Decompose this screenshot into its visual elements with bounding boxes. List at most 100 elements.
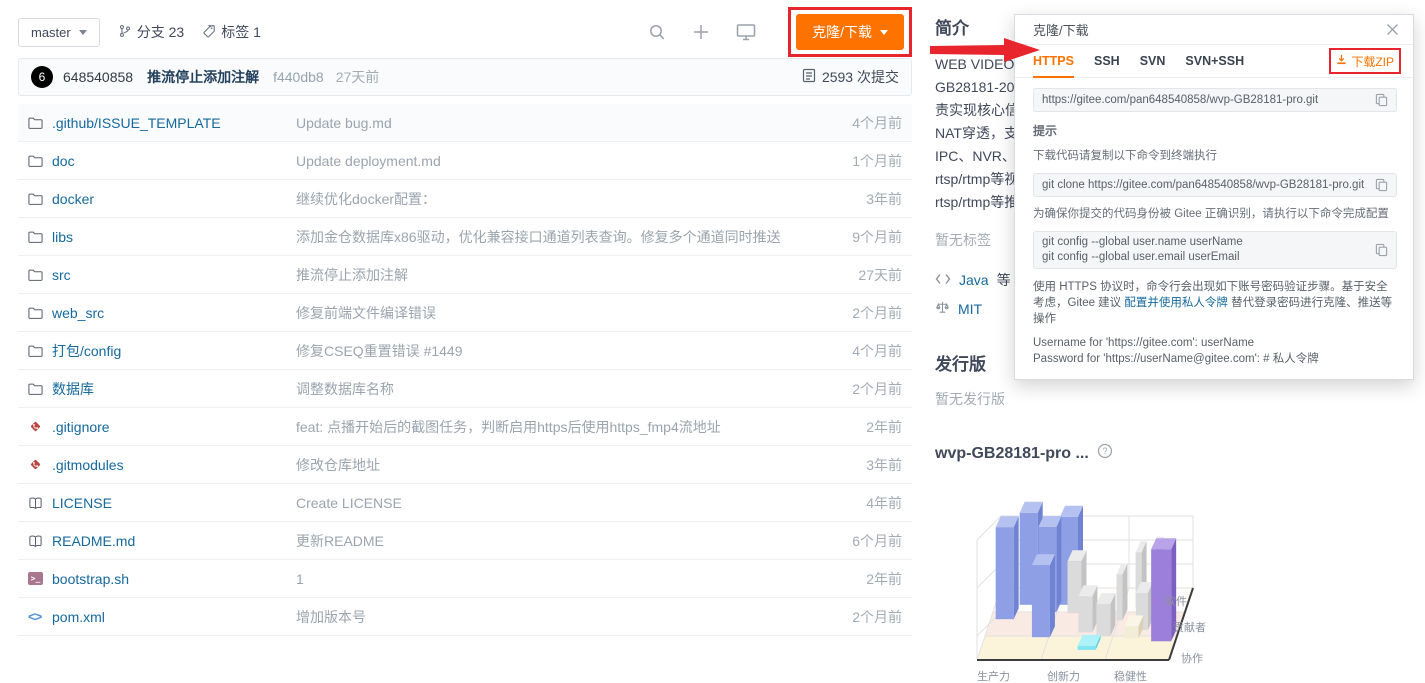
file-commit-message-link[interactable]: Create LICENSE	[296, 495, 810, 511]
file-commit-message-link[interactable]: feat: 点播开始后的截图任务，判断启用https后使用https_fmp4流…	[296, 417, 810, 437]
file-commit-time: 3年前	[810, 455, 902, 475]
copy-icon[interactable]	[1375, 178, 1388, 192]
table-row: README.md 更新README 6个月前	[18, 522, 912, 560]
avatar: 6	[31, 66, 53, 88]
git-icon	[28, 457, 52, 472]
monitor-icon[interactable]	[736, 23, 756, 41]
commits-count-link[interactable]: 2593 次提交	[802, 67, 899, 87]
language-link[interactable]: Java	[959, 272, 989, 288]
file-commit-message-link[interactable]: Update bug.md	[296, 115, 810, 131]
file-name-link[interactable]: doc	[52, 153, 296, 169]
file-commit-message-link[interactable]: 修改仓库地址	[296, 455, 810, 475]
close-icon[interactable]	[1386, 23, 1399, 36]
repo-url-field[interactable]: https://gitee.com/pan648540858/wvp-GB281…	[1033, 88, 1397, 112]
chevron-down-icon	[880, 30, 888, 35]
credential-example: Username for 'https://gitee.com': userNa…	[1033, 335, 1395, 367]
file-commit-message-link[interactable]: 1	[296, 571, 810, 587]
file-commit-message-link[interactable]: 推流停止添加注解	[296, 265, 810, 285]
file-name-link[interactable]: .gitmodules	[52, 457, 296, 473]
download-icon[interactable]	[1336, 52, 1347, 70]
clone-instruction: 下载代码请复制以下命令到终端执行	[1033, 147, 1395, 163]
file-name-link[interactable]: 数据库	[52, 379, 296, 399]
file-commit-message-link[interactable]: 继续优化docker配置：	[296, 189, 810, 209]
file-commit-message-link[interactable]: 修复前端文件编译错误	[296, 303, 810, 323]
file-name-link[interactable]: web_src	[52, 305, 296, 321]
file-commit-time: 27天前	[810, 265, 902, 285]
branches-link[interactable]: 分支 23	[118, 22, 184, 42]
tab-svn[interactable]: SVN	[1140, 45, 1166, 78]
svg-text:贡献者: 贡献者	[1173, 620, 1206, 634]
protocol-tabs: HTTPS SSH SVN SVN+SSH 下载ZIP	[1015, 45, 1413, 78]
file-commit-time: 2个月前	[810, 303, 902, 323]
file-name-link[interactable]: pom.xml	[52, 609, 296, 625]
file-commit-message-link[interactable]: 调整数据库名称	[296, 379, 810, 399]
folder-icon	[28, 344, 52, 358]
clone-download-button[interactable]: 克隆/下载	[796, 14, 904, 50]
file-name-link[interactable]: .gitignore	[52, 419, 296, 435]
file-commit-time: 4年前	[810, 493, 902, 513]
copy-icon[interactable]	[1375, 243, 1388, 257]
svg-text:稳健性: 稳健性	[1114, 669, 1147, 683]
folder-icon	[28, 306, 52, 320]
folder-icon	[28, 154, 52, 168]
file-name-link[interactable]: src	[52, 267, 296, 283]
table-row: web_src 修复前端文件编译错误 2个月前	[18, 294, 912, 332]
file-commit-time: 3年前	[810, 189, 902, 209]
code-icon	[935, 272, 951, 288]
table-row: <> pom.xml 增加版本号 2个月前	[18, 598, 912, 636]
commit-hash-link[interactable]: f440db8	[273, 69, 324, 85]
username-line: Username for 'https://gitee.com': userNa…	[1033, 335, 1395, 351]
file-name-link[interactable]: docker	[52, 191, 296, 207]
license-scale-icon	[935, 300, 950, 318]
book-icon	[28, 496, 52, 510]
branch-selector-value: master	[31, 25, 71, 40]
file-name-link[interactable]: bootstrap.sh	[52, 571, 296, 587]
config-command-text: git config --global user.name userName g…	[1042, 235, 1367, 265]
hint-label: 提示	[1033, 122, 1395, 139]
help-question-icon[interactable]: ?	[1097, 443, 1113, 464]
file-commit-time: 2个月前	[810, 379, 902, 399]
file-name-link[interactable]: README.md	[52, 533, 296, 549]
commit-time: 27天前	[336, 67, 380, 87]
table-row: LICENSE Create LICENSE 4年前	[18, 484, 912, 522]
folder-icon	[28, 268, 52, 282]
file-name-link[interactable]: 打包/config	[52, 341, 296, 361]
clone-download-dialog: 克隆/下载 HTTPS SSH SVN SVN+SSH 下载ZIP https:…	[1014, 14, 1414, 380]
metrics-chart-title: wvp-GB28181-pro ...	[935, 445, 1089, 463]
file-commit-time: 2个月前	[810, 607, 902, 627]
commit-message-link[interactable]: 推流停止添加注解	[147, 67, 259, 87]
svg-text:?: ?	[1102, 446, 1107, 456]
search-icon[interactable]	[648, 23, 666, 41]
plus-icon[interactable]	[692, 23, 710, 41]
download-zip-button[interactable]: 下载ZIP	[1351, 53, 1394, 70]
table-row: .gitignore feat: 点播开始后的截图任务，判断启用https后使用…	[18, 408, 912, 446]
file-name-link[interactable]: LICENSE	[52, 495, 296, 511]
tags-label: 标签 1	[221, 22, 261, 42]
git-icon	[28, 419, 52, 434]
file-name-link[interactable]: .github/ISSUE_TEMPLATE	[52, 115, 296, 131]
license-link[interactable]: MIT	[958, 301, 982, 317]
shell-icon: >_	[28, 572, 52, 585]
file-commit-message-link[interactable]: 更新README	[296, 531, 810, 551]
tab-ssh[interactable]: SSH	[1094, 45, 1120, 78]
branch-icon	[118, 24, 132, 41]
file-commit-message-link[interactable]: 修复CSEQ重置错误 #1449	[296, 341, 810, 361]
tags-link[interactable]: 标签 1	[202, 22, 261, 42]
tab-svn-ssh[interactable]: SVN+SSH	[1185, 45, 1244, 78]
file-commit-time: 1个月前	[810, 151, 902, 171]
personal-token-link[interactable]: 配置并使用私人令牌	[1124, 297, 1228, 309]
file-commit-message-link[interactable]: Update deployment.md	[296, 153, 810, 169]
commit-author-link[interactable]: 648540858	[63, 69, 133, 85]
file-name-link[interactable]: libs	[52, 229, 296, 245]
table-row: 数据库 调整数据库名称 2个月前	[18, 370, 912, 408]
file-table: .github/ISSUE_TEMPLATE Update bug.md 4个月…	[18, 104, 912, 636]
folder-icon	[28, 230, 52, 244]
branch-selector[interactable]: master	[18, 18, 100, 47]
file-commit-message-link[interactable]: 添加金仓数据库x86驱动，优化兼容接口通道列表查询。修复多个通道同时推送	[296, 227, 810, 247]
latest-commit-bar: 6 648540858 推流停止添加注解 f440db8 27天前 2593 次…	[18, 58, 912, 96]
file-commit-message-link[interactable]: 增加版本号	[296, 607, 810, 627]
copy-icon[interactable]	[1375, 93, 1388, 107]
table-row: >_ bootstrap.sh 1 2年前	[18, 560, 912, 598]
annotation-download-zip-highlight: 下载ZIP	[1329, 48, 1401, 74]
svg-text:创新力: 创新力	[1047, 669, 1080, 683]
